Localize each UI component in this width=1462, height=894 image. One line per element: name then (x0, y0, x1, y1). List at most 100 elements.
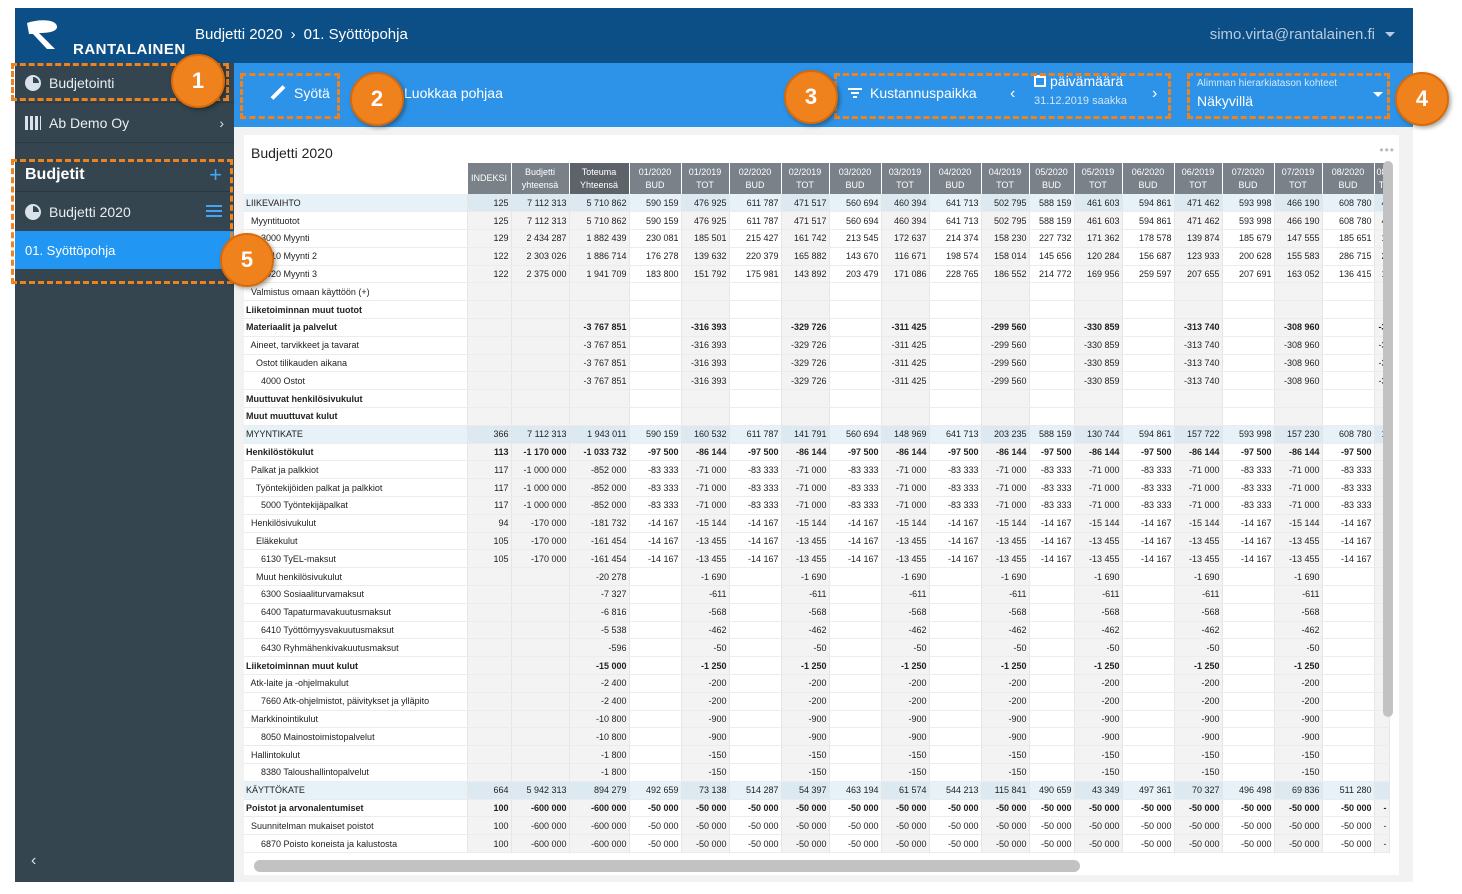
table-cell[interactable]: -50 000 (929, 834, 982, 853)
table-cell[interactable] (1122, 585, 1175, 604)
table-cell[interactable]: -14 167 (929, 549, 982, 569)
table-cell[interactable]: 560 694 (829, 425, 882, 444)
table-cell[interactable]: -14 167 (629, 549, 682, 569)
table-cell[interactable]: 588 159 (1029, 194, 1075, 213)
table-cell[interactable] (1322, 282, 1375, 302)
more-options-icon[interactable]: ••• (1379, 143, 1395, 157)
table-row[interactable]: Muut muuttuvat kulut (244, 407, 1390, 426)
classify-template-button[interactable]: Luokkaa pohjaa (404, 85, 503, 101)
table-cell[interactable] (1322, 318, 1375, 337)
table-row[interactable]: 3020 Myynti 3 122 2 375 000 1 941 709 183 80… (244, 265, 1390, 284)
table-row[interactable]: Liiketoiminnan muut tuotot (244, 300, 1390, 320)
table-cell[interactable]: 588 159 (1029, 211, 1075, 231)
table-cell[interactable]: 608 780 (1322, 425, 1375, 444)
table-cell[interactable]: 207 691 (1222, 265, 1275, 284)
table-cell[interactable] (629, 745, 682, 764)
table-cell[interactable] (1122, 371, 1175, 391)
table-cell[interactable] (1222, 389, 1275, 409)
table-cell[interactable]: -97 500 (1322, 443, 1375, 462)
table-cell[interactable] (629, 407, 682, 426)
table-cell[interactable] (629, 567, 682, 587)
table-cell[interactable]: -83 333 (1029, 478, 1075, 498)
table-cell[interactable] (1029, 407, 1075, 426)
table-cell[interactable] (929, 603, 982, 622)
table-cell[interactable] (1222, 282, 1275, 302)
table-cell[interactable] (1029, 763, 1075, 782)
table-cell[interactable] (1122, 656, 1175, 676)
table-cell[interactable]: -14 167 (1322, 514, 1375, 533)
table-cell[interactable] (1122, 407, 1175, 426)
table-cell[interactable]: 156 687 (1122, 247, 1175, 266)
table-cell[interactable] (929, 745, 982, 764)
table-cell[interactable] (1029, 371, 1075, 391)
table-row[interactable]: 7660 Atk-ohjelmistot, päivitykset ja yll… (244, 692, 1390, 711)
table-cell[interactable]: 176 278 (629, 247, 682, 266)
table-cell[interactable]: -14 167 (729, 549, 782, 569)
table-cell[interactable]: -83 333 (1222, 496, 1275, 515)
table-cell[interactable]: -50 000 (1222, 799, 1275, 818)
table-cell[interactable]: 227 732 (1029, 229, 1075, 248)
table-cell[interactable]: 593 998 (1222, 194, 1275, 213)
table-cell[interactable]: 214 374 (929, 229, 982, 248)
table-cell[interactable] (929, 407, 982, 426)
table-cell[interactable]: -50 000 (829, 799, 882, 818)
table-row[interactable]: 3010 Myynti 2 122 2 303 026 1 886 714 176 27… (244, 247, 1390, 266)
table-cell[interactable] (1322, 656, 1375, 676)
table-cell[interactable]: -83 333 (1122, 460, 1175, 480)
table-cell[interactable] (1322, 727, 1375, 747)
table-cell[interactable] (1322, 692, 1375, 711)
table-cell[interactable] (1322, 745, 1375, 764)
table-cell[interactable]: 641 713 (929, 211, 982, 231)
table-cell[interactable] (1122, 692, 1175, 711)
table-cell[interactable] (629, 603, 682, 622)
table-cell[interactable]: -97 500 (1029, 443, 1075, 462)
table-cell[interactable] (1222, 603, 1275, 622)
table-row[interactable]: 6130 TyEL-maksut 105 -170 000 -161 454 -14 1… (244, 549, 1390, 569)
table-cell[interactable]: -14 167 (1029, 549, 1075, 569)
table-cell[interactable] (1322, 336, 1375, 355)
table-cell[interactable]: 215 427 (729, 229, 782, 248)
table-cell[interactable] (1322, 407, 1375, 426)
table-cell[interactable] (729, 692, 782, 711)
table-cell[interactable] (929, 354, 982, 373)
table-cell[interactable] (629, 763, 682, 782)
table-cell[interactable] (1029, 585, 1075, 604)
table-cell[interactable] (729, 300, 782, 320)
table-cell[interactable]: -50 000 (1029, 816, 1075, 836)
table-cell[interactable] (1029, 621, 1075, 640)
table-cell[interactable] (929, 692, 982, 711)
table-cell[interactable] (729, 567, 782, 587)
table-cell[interactable]: -14 167 (929, 532, 982, 551)
table-cell[interactable]: -50 000 (629, 834, 682, 853)
table-cell[interactable]: 286 715 (1322, 247, 1375, 266)
table-cell[interactable]: 259 597 (1122, 265, 1175, 284)
table-cell[interactable]: -83 333 (1222, 478, 1275, 498)
table-cell[interactable]: -83 333 (829, 496, 882, 515)
table-cell[interactable]: -83 333 (629, 478, 682, 498)
vertical-scrollbar[interactable] (1383, 161, 1393, 717)
table-cell[interactable]: 490 659 (1029, 781, 1075, 800)
table-cell[interactable] (629, 318, 682, 337)
table-cell[interactable] (629, 727, 682, 747)
table-cell[interactable]: 641 713 (929, 425, 982, 444)
table-cell[interactable] (1322, 585, 1375, 604)
table-row[interactable]: Liiketoiminnan muut kulut -15 000 -1 250 -1… (244, 656, 1390, 676)
table-cell[interactable] (1222, 567, 1275, 587)
table-cell[interactable] (829, 692, 882, 711)
table-cell[interactable] (1122, 389, 1175, 409)
table-cell[interactable] (929, 727, 982, 747)
table-cell[interactable] (1322, 621, 1375, 640)
table-row[interactable]: Muuttuvat henkilösivukulut (244, 389, 1390, 409)
table-cell[interactable]: -14 167 (929, 514, 982, 533)
table-cell[interactable]: 213 545 (829, 229, 882, 248)
table-row[interactable]: 4000 Ostot -3 767 851 -316 393 -329 726 -311… (244, 371, 1390, 391)
table-cell[interactable]: 611 787 (729, 211, 782, 231)
table-cell[interactable] (1322, 371, 1375, 391)
table-cell[interactable] (1029, 638, 1075, 658)
table-cell[interactable] (629, 389, 682, 409)
table-cell[interactable] (929, 389, 982, 409)
table-cell[interactable] (629, 354, 682, 373)
table-cell[interactable]: 590 159 (629, 425, 682, 444)
table-cell[interactable] (629, 692, 682, 711)
breadcrumb-budget[interactable]: Budjetti 2020 (195, 26, 283, 43)
